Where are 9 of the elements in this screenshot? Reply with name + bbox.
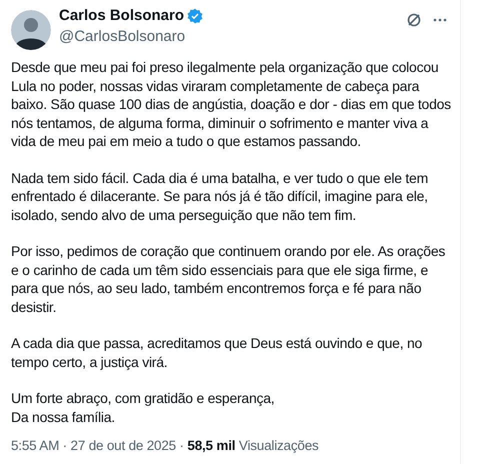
tweet-paragraph: Desde que meu pai foi preso ilegalmente pela organização que colocou Lula no poder, nossas vidas viraram completamente de cabeça para baixo. São quase 100 dias de angústia, doação e dor - dias em que todos nós tentamos, de alguma forma, diminuir o sofrimento e manter viva a vida de meu pai em meio a tudo o que estamos passando. [11, 58, 452, 150]
tweet-meta: 5:55 AM · 27 de out de 2025 · 58,5 mil Visualizações [11, 437, 320, 455]
avatar[interactable] [11, 10, 51, 50]
tweet-paragraph: Um forte abraço, com gratidão e esperança, Da nossa família. [11, 389, 276, 426]
tweet-paragraph: A cada dia que passa, acreditamos que Deus está ouvindo e que, no tempo certo, a justiça virá. [11, 334, 424, 371]
author-name[interactable]: Carlos Bolsonaro [59, 4, 184, 28]
author-handle[interactable]: @CarlosBolsonaro [59, 26, 406, 48]
tweet-paragraph: Por isso, pedimos de coração que continuem orando por ele. As orações e o carinho de cada um têm sido essenciais para que ele siga firme, e para que nós, ao seu lado, também encontremos força e fé para não desistir. [11, 242, 446, 316]
tweet-paragraph: Nada tem sido fácil. Cada dia é uma batalha, e ver tudo o que ele tem enfrentado é dilacerante. Se para nós já é tão difícil, imagine para ele, isolado, sendo alvo de uma perseguição que não tem fim. [11, 168, 430, 224]
